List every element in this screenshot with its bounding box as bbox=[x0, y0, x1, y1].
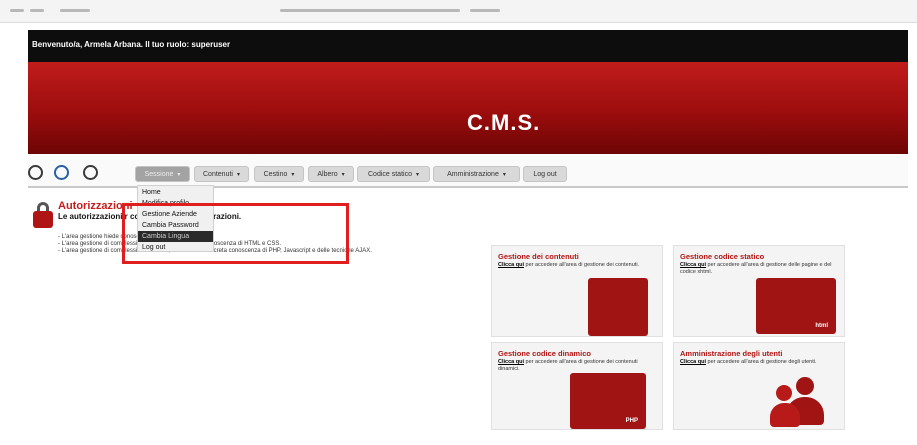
nav-cestino[interactable]: Cestino ▾ bbox=[254, 166, 304, 182]
nav-codice-statico[interactable]: Codice statico ▾ bbox=[357, 166, 430, 182]
users-icon bbox=[770, 377, 830, 429]
panel-gestione-codice-dinamico[interactable]: Gestione codice dinamico Clicca qui per … bbox=[491, 342, 663, 430]
panel-desc-text: per accedere all'area di gestione degli … bbox=[705, 359, 817, 365]
welcome-text: Benvenuto/a, Armela Arbana. Il tuo ruolo… bbox=[32, 40, 231, 49]
back-round-icon[interactable] bbox=[28, 165, 43, 180]
chevron-down-icon: ▾ bbox=[415, 171, 419, 178]
panel-description: Clicca qui per accedere all'area di gest… bbox=[498, 359, 660, 373]
folder-tag: html bbox=[815, 323, 828, 329]
chevron-down-icon: ▾ bbox=[291, 171, 295, 178]
nav-log-out-label: Log out bbox=[533, 170, 557, 178]
folder-html-icon: html bbox=[756, 278, 836, 334]
browser-forward-icon[interactable] bbox=[30, 9, 44, 12]
nav-sessione[interactable]: Sessione ▾ bbox=[135, 166, 190, 182]
panel-desc-text: per accedere all'area di gestione dei co… bbox=[523, 262, 640, 268]
nav-codice-statico-label: Codice statico bbox=[368, 170, 412, 178]
panel-gestione-codice-statico[interactable]: Gestione codice statico Clicca qui per a… bbox=[673, 245, 845, 337]
panel-link[interactable]: Clicca qui bbox=[680, 359, 706, 365]
nav-contenuti[interactable]: Contenuti ▾ bbox=[194, 166, 249, 182]
header-banner: C.M.S. bbox=[28, 62, 908, 154]
chevron-down-icon: ▾ bbox=[502, 171, 506, 178]
panel-title: Gestione codice dinamico bbox=[498, 349, 591, 358]
folder-tag: PHP bbox=[625, 418, 638, 424]
panel-description: Clicca qui per accedere all'area di gest… bbox=[498, 262, 660, 269]
nav-cestino-label: Cestino bbox=[263, 170, 288, 178]
panel-title: Amministrazione degli utenti bbox=[680, 349, 783, 358]
nav-amministrazione[interactable]: Amministrazione ▾ bbox=[433, 166, 520, 182]
highlight-box bbox=[122, 203, 349, 264]
panel-link[interactable]: Clicca qui bbox=[680, 262, 706, 268]
menu-item-home[interactable]: Home bbox=[138, 187, 213, 198]
panel-description: Clicca qui per accedere all'area di gest… bbox=[680, 359, 842, 366]
nav-albero-label: Albero bbox=[317, 170, 338, 178]
nav-log-out[interactable]: Log out bbox=[523, 166, 567, 182]
browser-reload-icon[interactable] bbox=[60, 9, 90, 12]
panel-gestione-contenuti[interactable]: Gestione dei contenuti Clicca qui per ac… bbox=[491, 245, 663, 337]
browser-back-icon[interactable] bbox=[10, 9, 24, 12]
folder-php-icon: PHP bbox=[570, 373, 646, 429]
panel-description: Clicca qui per accedere all'area di gest… bbox=[680, 262, 842, 276]
nav-sessione-label: Sessione bbox=[144, 170, 174, 178]
lock-icon bbox=[33, 202, 53, 228]
panel-link[interactable]: Clicca qui bbox=[498, 262, 524, 268]
chevron-down-icon: ▾ bbox=[177, 171, 181, 178]
nav-amministrazione-label: Amministrazione bbox=[447, 170, 499, 178]
nav-contenuti-label: Contenuti bbox=[203, 170, 233, 178]
panel-amministrazione-utenti[interactable]: Amministrazione degli utenti Clicca qui … bbox=[673, 342, 845, 430]
refresh-round-icon[interactable] bbox=[83, 165, 98, 180]
browser-address-bar[interactable] bbox=[280, 9, 460, 12]
panel-link[interactable]: Clicca qui bbox=[498, 359, 524, 365]
chevron-down-icon: ▾ bbox=[341, 171, 345, 178]
panel-title: Gestione dei contenuti bbox=[498, 252, 579, 261]
panel-title: Gestione codice statico bbox=[680, 252, 765, 261]
folder-icon bbox=[588, 278, 648, 336]
chevron-down-icon: ▾ bbox=[236, 171, 240, 178]
home-round-icon[interactable] bbox=[54, 165, 69, 180]
cms-page: Benvenuto/a, Armela Arbana. Il tuo ruolo… bbox=[28, 30, 908, 430]
browser-toolbar bbox=[0, 0, 917, 23]
browser-menu-icon[interactable] bbox=[470, 9, 500, 12]
welcome-bar: Benvenuto/a, Armela Arbana. Il tuo ruolo… bbox=[28, 30, 908, 62]
nav-albero[interactable]: Albero ▾ bbox=[308, 166, 354, 182]
site-title: C.M.S. bbox=[467, 110, 541, 135]
